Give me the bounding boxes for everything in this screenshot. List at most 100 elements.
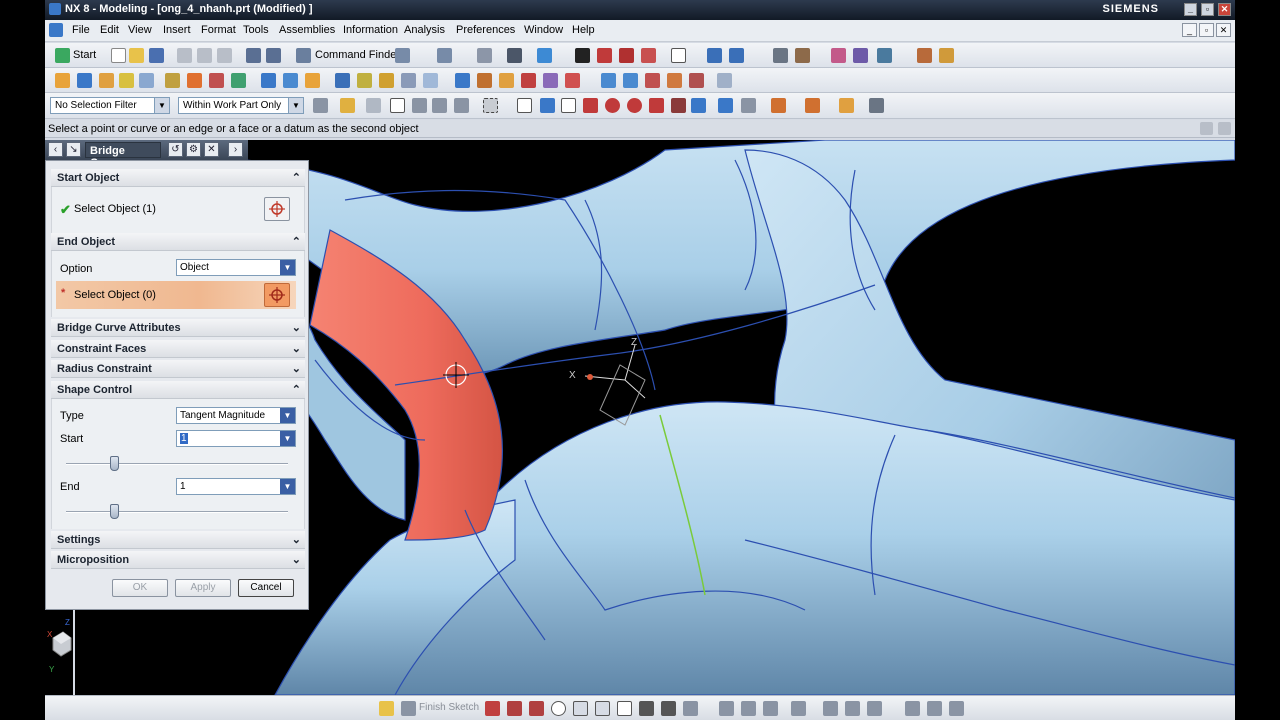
chevron-right-icon[interactable]: › xyxy=(228,142,243,157)
wcs-triad[interactable]: X Z xyxy=(569,337,646,426)
mid-point-icon[interactable] xyxy=(561,98,576,113)
chamfer-icon[interactable] xyxy=(595,701,610,716)
menu-help[interactable]: Help xyxy=(572,24,595,36)
start-slider-thumb[interactable] xyxy=(110,456,120,471)
scope-dropdown[interactable]: Within Work Part Only ▼ xyxy=(178,97,304,114)
cylinder-icon[interactable] xyxy=(139,73,154,88)
bounded-grid-point-icon[interactable] xyxy=(741,98,756,113)
make-corner-icon[interactable] xyxy=(763,701,778,716)
finish-sketch-icon[interactable] xyxy=(401,701,416,716)
section-shape-control[interactable]: Shape Control ⌃ xyxy=(51,381,305,399)
menu-tools[interactable]: Tools xyxy=(243,24,269,36)
start-button[interactable]: Start xyxy=(73,49,96,61)
curve-point-icon[interactable] xyxy=(805,98,820,113)
menu-preferences[interactable]: Preferences xyxy=(456,24,515,36)
section-constraint-faces[interactable]: Constraint Faces ⌄ xyxy=(51,340,305,358)
nx-menu-icon[interactable] xyxy=(49,23,63,37)
section-bridge-curve-attributes[interactable]: Bridge Curve Attributes ⌄ xyxy=(51,319,305,337)
revolve-icon[interactable] xyxy=(99,73,114,88)
full-screen-icon[interactable] xyxy=(1218,122,1231,135)
end-select-highlight-row[interactable]: * Select Object (0) xyxy=(56,281,296,309)
draft-icon[interactable] xyxy=(401,73,416,88)
menu-information[interactable]: Information xyxy=(343,24,398,36)
arc-icon[interactable] xyxy=(529,701,544,716)
command-finder-button[interactable]: Command Finder xyxy=(315,49,400,61)
mirror-icon[interactable] xyxy=(521,73,536,88)
rectangle-icon[interactable] xyxy=(617,701,632,716)
clip-icon[interactable] xyxy=(619,48,634,63)
minimize-button[interactable]: _ xyxy=(1184,3,1197,16)
finish-sketch-label[interactable]: Finish Sketch xyxy=(419,702,479,713)
extrude-icon[interactable] xyxy=(77,73,92,88)
constraint-icon[interactable] xyxy=(823,701,838,716)
section-microposition[interactable]: Microposition ⌄ xyxy=(51,551,305,569)
section-radius-constraint[interactable]: Radius Constraint ⌄ xyxy=(51,360,305,378)
selection-box-icon[interactable] xyxy=(483,98,498,113)
snap-icon[interactable] xyxy=(831,48,846,63)
block-icon[interactable] xyxy=(119,73,134,88)
menu-window[interactable]: Window xyxy=(524,24,563,36)
hole-icon[interactable] xyxy=(187,73,202,88)
general-selection-icon[interactable] xyxy=(313,98,328,113)
mdi-restore-button[interactable]: ▫ xyxy=(1199,23,1214,37)
studio-surface-icon[interactable] xyxy=(667,73,682,88)
touch-mode-icon[interactable] xyxy=(395,48,410,63)
circle-icon[interactable] xyxy=(551,701,566,716)
end-slider-thumb[interactable] xyxy=(110,504,120,519)
extract-geometry-icon[interactable] xyxy=(717,73,732,88)
sketch-icon[interactable] xyxy=(379,701,394,716)
type-dropdown[interactable]: Tangent Magnitude ▼ xyxy=(176,407,296,424)
save-icon[interactable] xyxy=(149,48,164,63)
end-slider-track[interactable] xyxy=(66,511,288,513)
curve-rule-icon[interactable] xyxy=(390,98,405,113)
highlight-hidden-icon[interactable] xyxy=(412,98,427,113)
existing-point-icon[interactable] xyxy=(671,98,686,113)
pattern-icon[interactable] xyxy=(499,73,514,88)
snap-point-icon[interactable] xyxy=(517,98,532,113)
swept-icon[interactable] xyxy=(623,73,638,88)
sketch-icon[interactable] xyxy=(55,73,70,88)
start-select-label[interactable]: Select Object (1) xyxy=(74,203,156,215)
sketch-settings-icon[interactable] xyxy=(949,701,964,716)
close-icon[interactable]: ✕ xyxy=(204,142,219,157)
play-icon[interactable] xyxy=(877,48,892,63)
pad-icon[interactable] xyxy=(209,73,224,88)
point-on-curve-icon[interactable] xyxy=(691,98,706,113)
snap-settings-icon[interactable] xyxy=(869,98,884,113)
through-curves-icon[interactable] xyxy=(601,73,616,88)
end-point-icon[interactable] xyxy=(540,98,555,113)
background-icon[interactable] xyxy=(671,48,686,63)
feature-selection-icon[interactable] xyxy=(340,98,355,113)
layer-icon[interactable] xyxy=(773,48,788,63)
menu-assemblies[interactable]: Assemblies xyxy=(279,24,335,36)
grid-point-icon[interactable] xyxy=(771,98,786,113)
sew-icon[interactable] xyxy=(565,73,580,88)
close-button[interactable]: ✕ xyxy=(1218,3,1231,16)
new-file-icon[interactable] xyxy=(111,48,126,63)
trim-body-icon[interactable] xyxy=(455,73,470,88)
paste-icon[interactable] xyxy=(217,48,232,63)
split-body-icon[interactable] xyxy=(477,73,492,88)
point-on-face-icon[interactable] xyxy=(718,98,733,113)
wcs-dynamics-icon[interactable] xyxy=(729,48,744,63)
face-blend-icon[interactable] xyxy=(689,73,704,88)
move-icon[interactable] xyxy=(853,48,868,63)
perspective-icon[interactable] xyxy=(641,48,656,63)
reset-icon[interactable]: ↺ xyxy=(168,142,183,157)
selection-filter-dropdown[interactable]: No Selection Filter ▼ xyxy=(50,97,170,114)
point-icon[interactable] xyxy=(661,701,676,716)
measure-distance-icon[interactable] xyxy=(917,48,932,63)
start-slider-track[interactable] xyxy=(66,463,288,465)
stop-at-intersection-icon[interactable] xyxy=(432,98,447,113)
section-start-object[interactable]: Start Object ⌃ xyxy=(51,169,305,187)
control-point-icon[interactable] xyxy=(583,98,598,113)
measure-angle-icon[interactable] xyxy=(939,48,954,63)
layer-settings-icon[interactable] xyxy=(795,48,810,63)
quadrant-point-icon[interactable] xyxy=(649,98,664,113)
section-settings[interactable]: Settings ⌄ xyxy=(51,531,305,549)
convert-reference-icon[interactable] xyxy=(905,701,920,716)
offset-curve-icon[interactable] xyxy=(683,701,698,716)
quick-extend-icon[interactable] xyxy=(741,701,756,716)
gear-icon[interactable]: ⚙ xyxy=(186,142,201,157)
redo-icon[interactable] xyxy=(266,48,281,63)
